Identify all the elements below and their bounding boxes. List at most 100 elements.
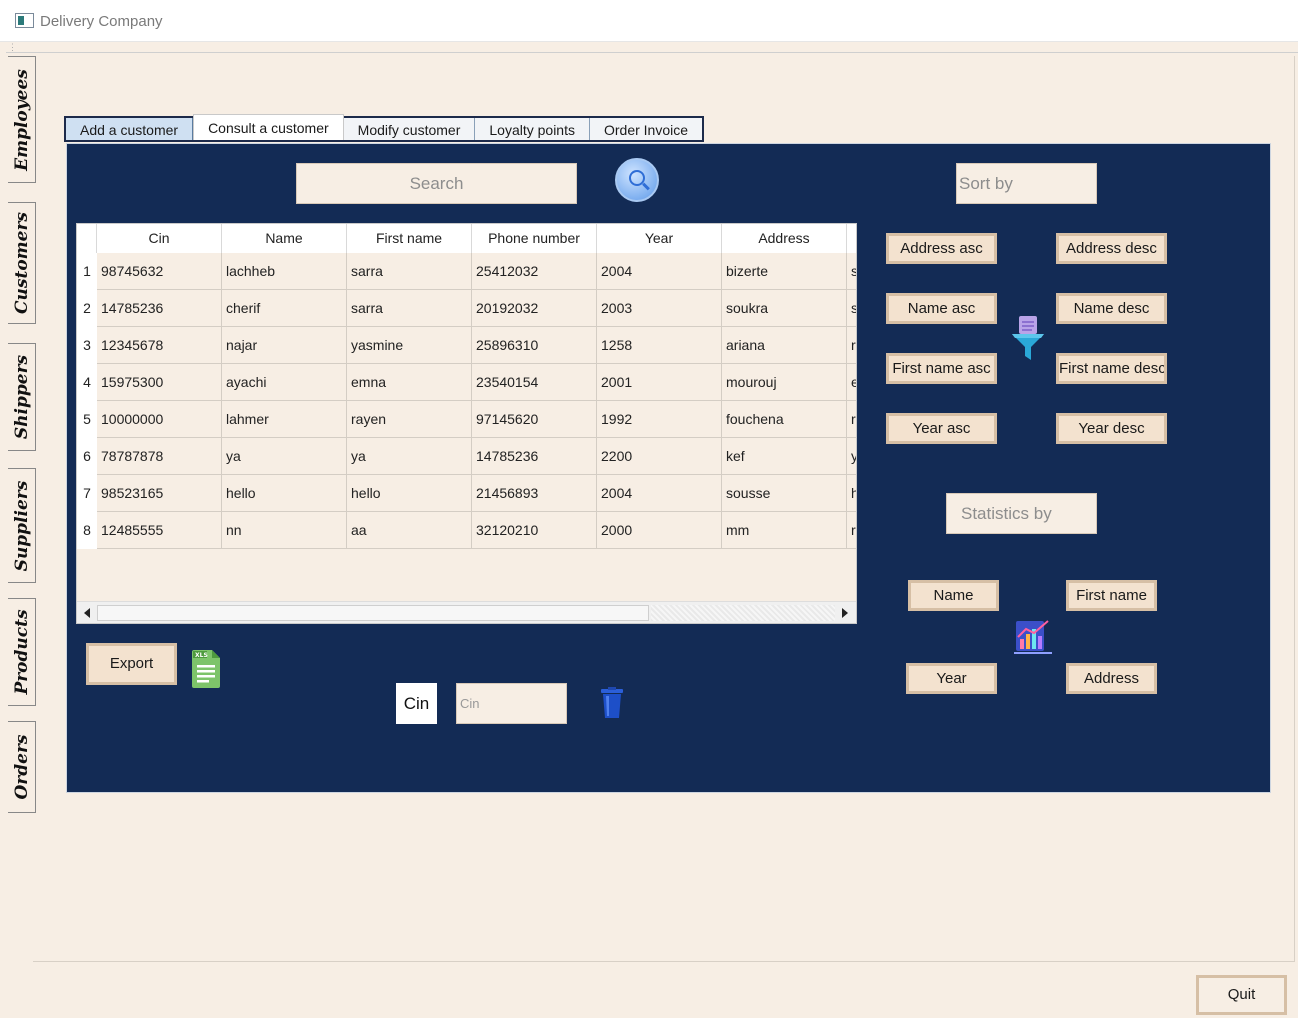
cell-phone-number[interactable]: 97145620 (472, 401, 597, 438)
sort-first-name-desc-button[interactable]: First name desc (1056, 353, 1167, 384)
table-horizontal-scrollbar[interactable] (77, 601, 856, 623)
table-row[interactable]: 3 12345678 najar yasmine 25896310 1258 a… (77, 327, 856, 364)
cell-overflow[interactable]: e (847, 364, 856, 401)
row-number[interactable]: 2 (77, 290, 97, 327)
cell-address[interactable]: kef (722, 438, 847, 475)
sort-year-desc-button[interactable]: Year desc (1056, 413, 1167, 444)
cell-overflow[interactable]: s (847, 290, 856, 327)
sidebar-tab-employees[interactable]: Employees (8, 56, 36, 183)
cell-phone-number[interactable]: 20192032 (472, 290, 597, 327)
sort-name-desc-button[interactable]: Name desc (1056, 293, 1167, 324)
row-number[interactable]: 8 (77, 512, 97, 549)
column-header-phone-number[interactable]: Phone number (472, 224, 597, 253)
cell-year[interactable]: 2000 (597, 512, 722, 549)
cell-name[interactable]: lahmer (222, 401, 347, 438)
cell-overflow[interactable]: y (847, 438, 856, 475)
cell-first-name[interactable]: aa (347, 512, 472, 549)
column-header-year[interactable]: Year (597, 224, 722, 253)
cell-cin[interactable]: 98745632 (97, 253, 222, 290)
cell-address[interactable]: mm (722, 512, 847, 549)
stats-first-name-button[interactable]: First name (1066, 580, 1157, 611)
cell-address[interactable]: mourouj (722, 364, 847, 401)
cell-year[interactable]: 2200 (597, 438, 722, 475)
cell-overflow[interactable]: s (847, 253, 856, 290)
column-header-address[interactable]: Address (722, 224, 847, 253)
cell-overflow[interactable]: r (847, 401, 856, 438)
sidebar-tab-customers[interactable]: Customers (8, 202, 36, 324)
tab-modify-customer[interactable]: Modify customer (343, 118, 476, 140)
cell-year[interactable]: 2003 (597, 290, 722, 327)
cell-first-name[interactable]: yasmine (347, 327, 472, 364)
table-row[interactable]: 5 10000000 lahmer rayen 97145620 1992 fo… (77, 401, 856, 438)
scroll-left-arrow-icon[interactable] (84, 608, 90, 618)
row-number[interactable]: 5 (77, 401, 97, 438)
tab-loyalty-points[interactable]: Loyalty points (475, 118, 590, 140)
sidebar-tab-suppliers[interactable]: Suppliers (8, 468, 36, 583)
cell-address[interactable]: sousse (722, 475, 847, 512)
cell-first-name[interactable]: ya (347, 438, 472, 475)
scroll-right-arrow-icon[interactable] (842, 608, 848, 618)
table-row[interactable]: 4 15975300 ayachi emna 23540154 2001 mou… (77, 364, 856, 401)
cell-year[interactable]: 1258 (597, 327, 722, 364)
cell-phone-number[interactable]: 25896310 (472, 327, 597, 364)
cin-input[interactable]: Cin (456, 683, 567, 724)
cell-address[interactable]: fouchena (722, 401, 847, 438)
row-number[interactable]: 6 (77, 438, 97, 475)
cell-name[interactable]: cherif (222, 290, 347, 327)
cell-first-name[interactable]: sarra (347, 253, 472, 290)
trash-icon[interactable] (600, 687, 624, 719)
cell-year[interactable]: 2004 (597, 475, 722, 512)
cell-address[interactable]: ariana (722, 327, 847, 364)
cell-name[interactable]: najar (222, 327, 347, 364)
table-row[interactable]: 1 98745632 lachheb sarra 25412032 2004 b… (77, 253, 856, 290)
cell-cin[interactable]: 14785236 (97, 290, 222, 327)
cell-year[interactable]: 2004 (597, 253, 722, 290)
cell-first-name[interactable]: rayen (347, 401, 472, 438)
column-header-name[interactable]: Name (222, 224, 347, 253)
sort-by-input[interactable]: Sort by (956, 163, 1097, 204)
tab-add-customer[interactable]: Add a customer (66, 118, 194, 140)
cell-first-name[interactable]: hello (347, 475, 472, 512)
cell-overflow[interactable]: h (847, 475, 856, 512)
stats-address-button[interactable]: Address (1066, 663, 1157, 694)
row-number[interactable]: 7 (77, 475, 97, 512)
sort-address-desc-button[interactable]: Address desc (1056, 233, 1167, 264)
cell-name[interactable]: ya (222, 438, 347, 475)
cell-address[interactable]: bizerte (722, 253, 847, 290)
cell-first-name[interactable]: sarra (347, 290, 472, 327)
sidebar-tab-orders[interactable]: Orders (8, 721, 36, 813)
cell-name[interactable]: nn (222, 512, 347, 549)
cell-name[interactable]: lachheb (222, 253, 347, 290)
row-number[interactable]: 1 (77, 253, 97, 290)
cell-year[interactable]: 2001 (597, 364, 722, 401)
cell-overflow[interactable]: r (847, 512, 856, 549)
table-corner[interactable] (77, 224, 97, 253)
table-row[interactable]: 7 98523165 hello hello 21456893 2004 sou… (77, 475, 856, 512)
column-header-cin[interactable]: Cin (97, 224, 222, 253)
cell-phone-number[interactable]: 14785236 (472, 438, 597, 475)
stats-name-button[interactable]: Name (908, 580, 999, 611)
cell-overflow[interactable]: r (847, 327, 856, 364)
cell-phone-number[interactable]: 25412032 (472, 253, 597, 290)
column-header-first-name[interactable]: First name (347, 224, 472, 253)
sort-name-asc-button[interactable]: Name asc (886, 293, 997, 324)
tab-order-invoice[interactable]: Order Invoice (589, 118, 703, 140)
cell-name[interactable]: ayachi (222, 364, 347, 401)
xls-file-icon[interactable]: XLS (190, 648, 222, 690)
cell-cin[interactable]: 15975300 (97, 364, 222, 401)
scrollbar-track[interactable] (651, 605, 835, 621)
cell-cin[interactable]: 10000000 (97, 401, 222, 438)
stats-year-button[interactable]: Year (906, 663, 997, 694)
cell-phone-number[interactable]: 23540154 (472, 364, 597, 401)
row-number[interactable]: 3 (77, 327, 97, 364)
cell-phone-number[interactable]: 32120210 (472, 512, 597, 549)
sidebar-tab-shippers[interactable]: Shippers (8, 343, 36, 451)
search-button[interactable] (615, 158, 659, 202)
sort-address-asc-button[interactable]: Address asc (886, 233, 997, 264)
cell-cin[interactable]: 12345678 (97, 327, 222, 364)
cell-first-name[interactable]: emna (347, 364, 472, 401)
cell-cin[interactable]: 98523165 (97, 475, 222, 512)
table-row[interactable]: 6 78787878 ya ya 14785236 2200 kef y (77, 438, 856, 475)
cell-address[interactable]: soukra (722, 290, 847, 327)
customers-table[interactable]: Cin Name First name Phone number Year Ad… (76, 223, 857, 624)
